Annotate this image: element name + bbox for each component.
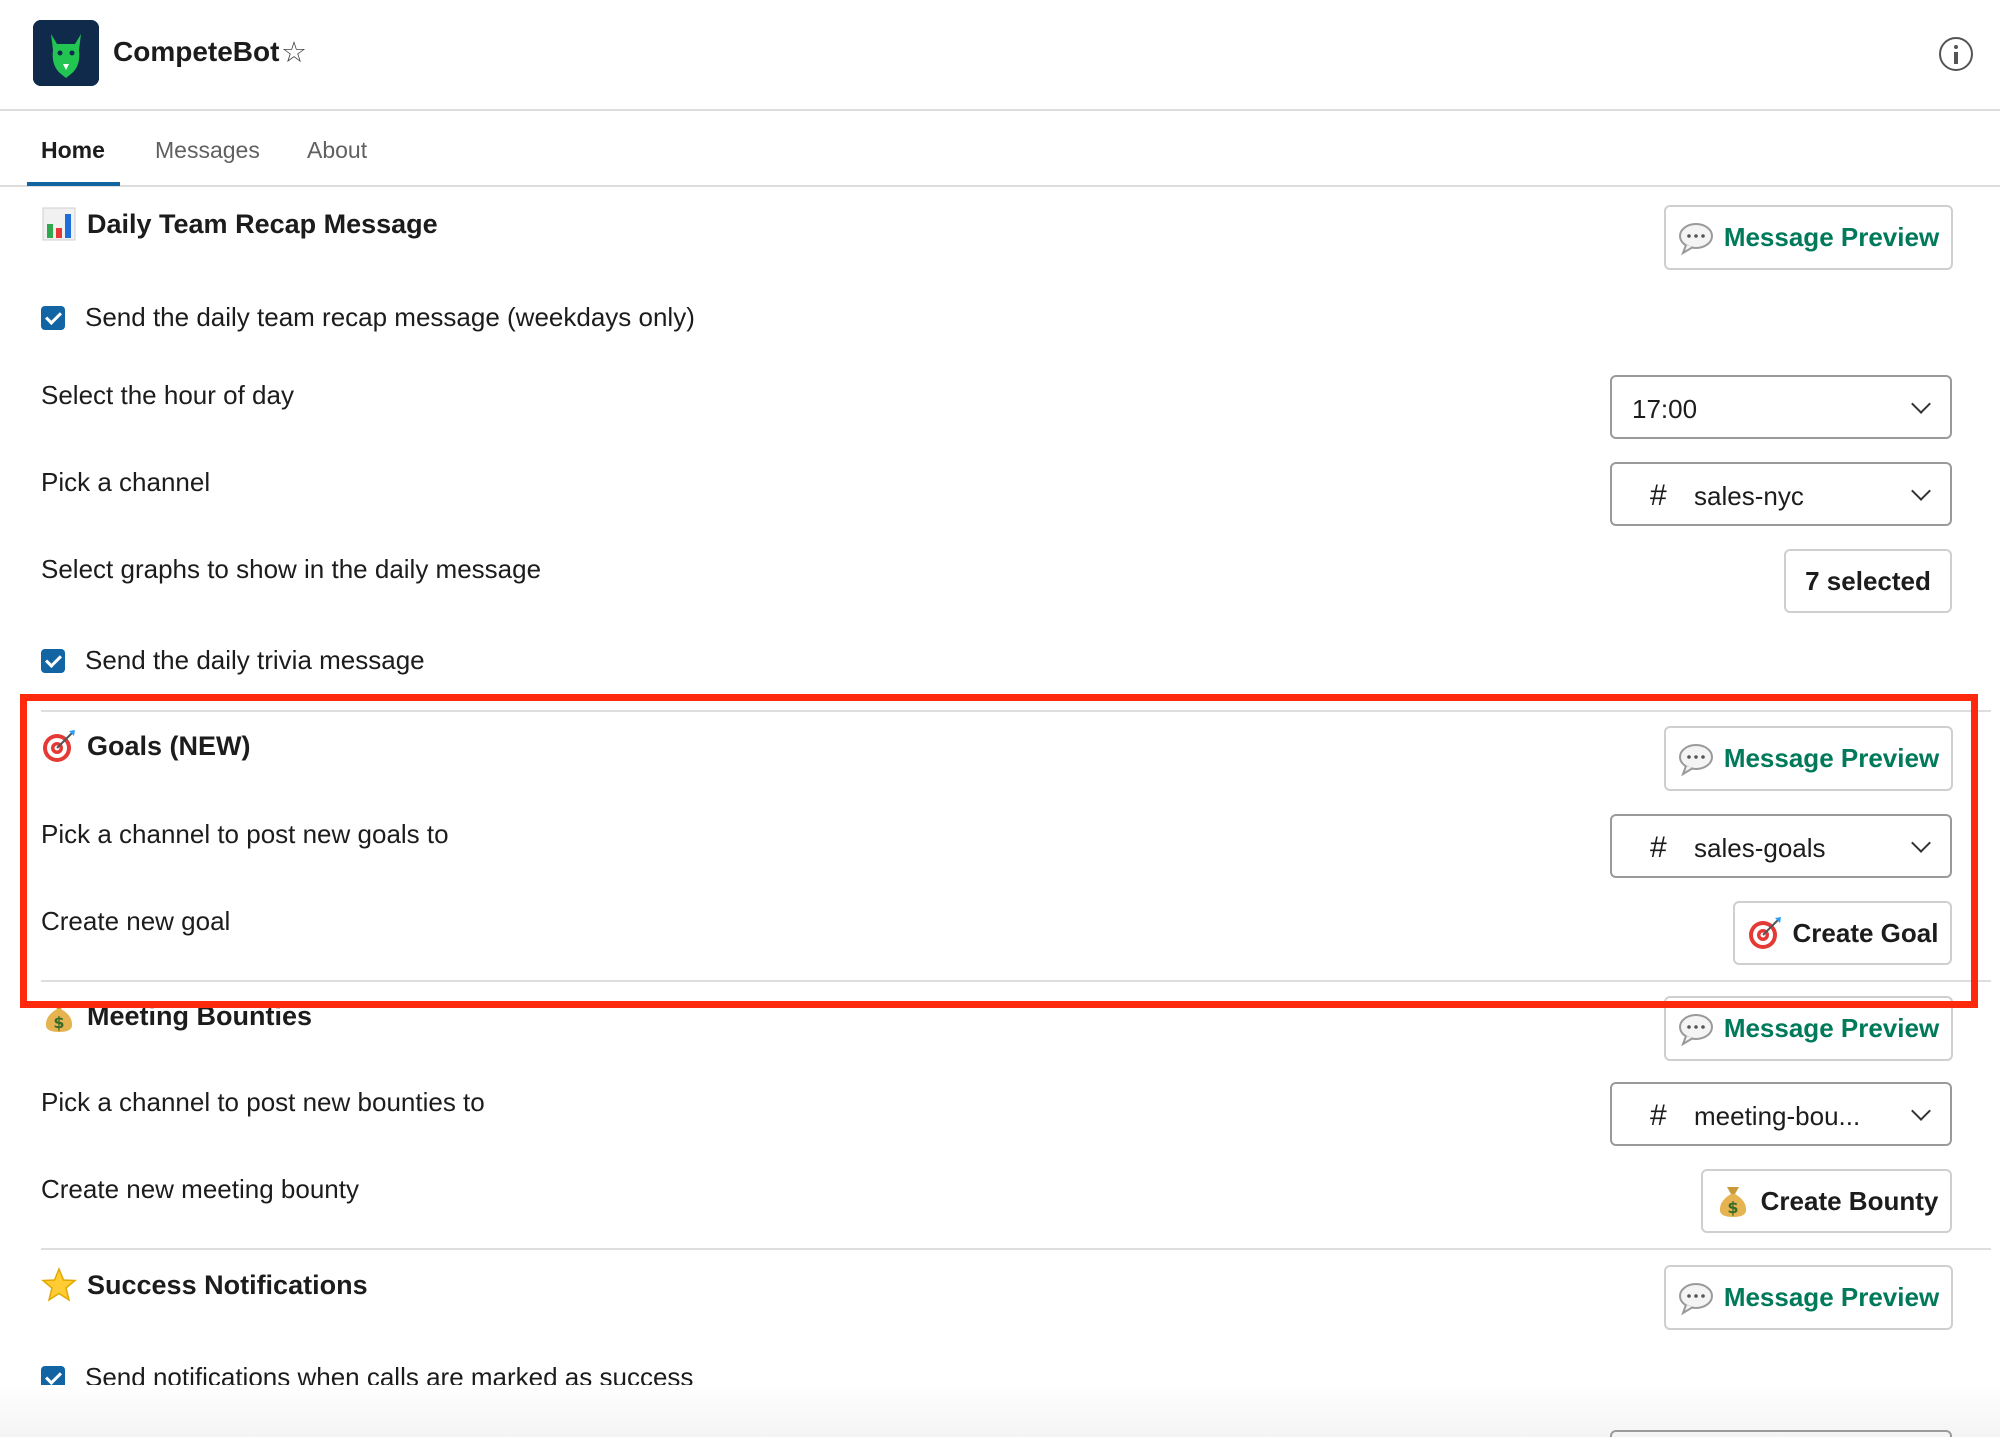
trivia-row: Send the daily trivia message: [41, 645, 425, 676]
bounties-channel-select[interactable]: # meeting-bou...: [1610, 1082, 1952, 1146]
recap-preview-label: Message Preview: [1723, 222, 1940, 252]
app-logo: [33, 20, 99, 86]
graphs-selected-count: 7 selected: [1805, 565, 1931, 596]
tab-messages[interactable]: Messages: [155, 137, 260, 164]
money-bag-icon: $: [1715, 1183, 1751, 1219]
highlight-box: [20, 694, 1978, 1008]
partial-select[interactable]: [1610, 1430, 1952, 1437]
hash-icon: #: [1650, 479, 1667, 512]
svg-text:$: $: [1727, 1198, 1738, 1217]
trivia-checkbox[interactable]: [41, 648, 65, 673]
app-name: CompeteBot: [113, 36, 280, 67]
recap-title-text: Daily Team Recap Message: [87, 208, 438, 239]
create-bounty-button-label: Create Bounty: [1760, 1185, 1939, 1216]
hash-icon: #: [1650, 1099, 1667, 1132]
bounties-channel-label: Pick a channel to post new bounties to: [41, 1087, 485, 1117]
info-icon[interactable]: [1939, 37, 1973, 71]
recap-send-daily-row: Send the daily team recap message (weekd…: [41, 302, 695, 333]
recap-send-daily-label: Send the daily team recap message (weekd…: [85, 302, 695, 332]
create-bounty-label: Create new meeting bounty: [41, 1174, 359, 1204]
speech-bubble-icon: [1678, 1011, 1714, 1047]
star-icon[interactable]: ☆: [281, 38, 311, 68]
speech-bubble-icon: [1678, 1280, 1714, 1316]
app-header: CompeteBot ☆: [0, 0, 2000, 111]
chevron-down-icon: [1911, 481, 1931, 501]
graphs-multiselect[interactable]: 7 selected: [1784, 549, 1952, 613]
graphs-label: Select graphs to show in the daily messa…: [41, 554, 542, 584]
hour-select-value: 17:00: [1632, 394, 1698, 424]
bounties-channel-value: meeting-bou...: [1694, 1101, 1861, 1131]
hour-label: Select the hour of day: [41, 380, 294, 410]
section-divider: [41, 1248, 1991, 1250]
trivia-label: Send the daily trivia message: [85, 645, 425, 675]
recap-section-title: Daily Team Recap Message: [41, 206, 438, 242]
hour-select[interactable]: 17:00: [1610, 375, 1952, 439]
success-title-text: Success Notifications: [87, 1269, 368, 1300]
create-bounty-button[interactable]: $ Create Bounty: [1701, 1169, 1952, 1233]
chevron-down-icon: [1911, 394, 1931, 414]
recap-channel-value: sales-nyc: [1694, 481, 1804, 511]
recap-channel-select[interactable]: # sales-nyc: [1610, 462, 1952, 526]
success-preview-label: Message Preview: [1723, 1282, 1940, 1312]
tab-about[interactable]: About: [307, 137, 367, 164]
success-section-title: Success Notifications: [41, 1267, 368, 1303]
bounties-preview-label: Message Preview: [1723, 1013, 1940, 1043]
speech-bubble-icon: [1678, 220, 1714, 256]
bar-chart-icon: [41, 206, 77, 242]
chevron-down-icon: [1911, 1101, 1931, 1121]
tab-home[interactable]: Home: [41, 137, 105, 164]
recap-send-daily-checkbox[interactable]: [41, 305, 65, 330]
star-emoji-icon: [41, 1267, 77, 1303]
success-message-preview-button[interactable]: Message Preview: [1664, 1265, 1953, 1330]
svg-text:$: $: [53, 1013, 64, 1032]
recap-message-preview-button[interactable]: Message Preview: [1664, 205, 1953, 270]
active-tab-indicator: [27, 182, 120, 186]
tab-bar: Home Messages About: [0, 111, 2000, 187]
channel-label: Pick a channel: [41, 467, 211, 497]
